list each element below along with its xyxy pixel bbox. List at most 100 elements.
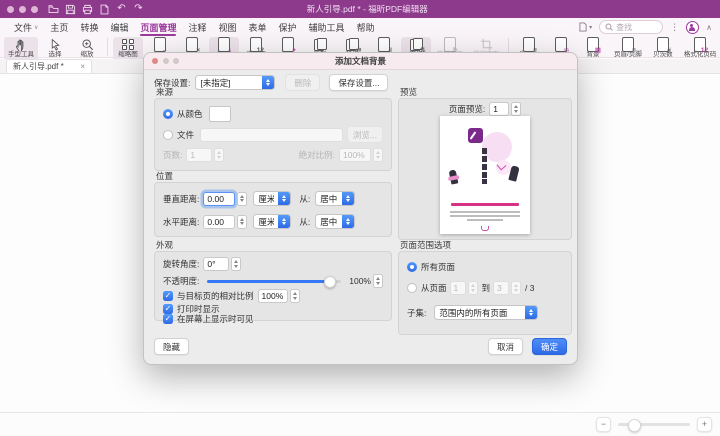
document-tab[interactable]: 新人引导.pdf * × <box>6 59 92 73</box>
background-icon: ▦ <box>587 38 599 51</box>
collapse-ribbon-icon[interactable]: ∧ <box>706 23 712 32</box>
menu-form[interactable]: 表单 <box>243 18 273 36</box>
page-view-icon[interactable]: ▾ <box>578 22 592 32</box>
browse-button: 浏览... <box>347 126 383 143</box>
rotation-stepper[interactable] <box>231 257 241 271</box>
subset-label: 子集: <box>407 307 426 319</box>
vertical-unit-dropdown[interactable]: 厘米 <box>253 191 291 206</box>
redo-icon[interactable]: ↷ <box>133 4 144 15</box>
subset-dropdown[interactable]: 范围内的所有页面 <box>434 305 538 320</box>
menu-page-management[interactable]: 页面管理 <box>134 18 182 36</box>
page-preview-label: 页面预览: <box>449 103 485 115</box>
zoom-in-button[interactable]: + <box>697 417 712 432</box>
opacity-slider-knob[interactable] <box>324 276 336 288</box>
rotation-field[interactable]: 0° <box>203 257 229 271</box>
bates-numbering-icon: # <box>657 38 669 51</box>
hide-button[interactable]: 隐藏 <box>154 338 189 355</box>
preview-group: 页面预览: 1 <box>398 98 572 240</box>
relative-scale-checkbox[interactable]: ✓ <box>163 291 173 301</box>
color-swatch[interactable] <box>209 106 231 122</box>
ribbon-select-button[interactable]: 选择 <box>40 37 70 62</box>
add-background-dialog: 添加文档背景 保存设置: [未指定] 删除 保存设置... 来源 从颜色 文件 <box>143 52 578 365</box>
rotate-pages-icon: ↻ <box>444 38 456 51</box>
ribbon-header-footer-button[interactable]: ≡页眉/页脚 <box>610 37 646 62</box>
vertical-anchor-dropdown[interactable]: 居中 <box>315 191 355 206</box>
relative-scale-field[interactable]: 100% <box>258 289 288 303</box>
relative-scale-stepper[interactable] <box>290 289 300 303</box>
ribbon-hand-tool-button[interactable]: 手型工具 <box>4 37 38 62</box>
menu-comment[interactable]: 注释 <box>182 18 212 36</box>
from-file-radio[interactable] <box>163 130 173 140</box>
menu-protect[interactable]: 保护 <box>273 18 303 36</box>
duplicate-icon <box>314 38 327 51</box>
open-file-icon[interactable] <box>48 4 59 15</box>
dropdown-arrows-icon <box>262 76 274 89</box>
horizontal-distance-stepper[interactable] <box>237 215 247 229</box>
show-on-screen-checkbox[interactable]: ✓ <box>163 314 173 324</box>
ok-button[interactable]: 确定 <box>532 338 567 355</box>
menu-help[interactable]: 帮助 <box>351 18 381 36</box>
horizontal-unit-dropdown[interactable]: 厘米 <box>253 214 291 229</box>
body-text-line <box>467 219 503 221</box>
ribbon-format-page-number-button[interactable]: 12格式化页码 <box>680 37 720 62</box>
opacity-slider[interactable] <box>207 280 341 283</box>
file-path-input <box>200 128 343 142</box>
menu-home[interactable]: 主页 <box>44 18 74 36</box>
replace-icon: ⇄ <box>346 38 359 51</box>
all-pages-radio[interactable] <box>407 262 417 272</box>
zoom-slider-knob[interactable] <box>628 419 641 432</box>
document-tab-label: 新人引导.pdf * <box>13 61 76 72</box>
from-color-radio[interactable] <box>163 109 173 119</box>
vertical-distance-field[interactable]: 0.00 <box>203 192 235 206</box>
user-avatar[interactable] <box>686 21 699 34</box>
menu-accessibility-tools[interactable]: 辅助工具 <box>303 18 351 36</box>
page-range-group: 所有页面 从页面 1 到 3 / 3 子集: 范围内的所有页面 <box>398 251 572 335</box>
zoom-window-icon[interactable] <box>31 6 38 13</box>
menu-edit[interactable]: 编辑 <box>104 18 134 36</box>
ribbon-bates-numbering-button[interactable]: #贝茨数 <box>648 37 678 62</box>
move-icon: + <box>282 38 294 51</box>
save-icon[interactable] <box>65 4 76 15</box>
page-range-radio[interactable] <box>407 283 417 293</box>
menu-view[interactable]: 视图 <box>213 18 243 36</box>
from-page-stepper <box>468 281 478 295</box>
minimize-window-icon[interactable] <box>19 6 26 13</box>
page-preview-field[interactable]: 1 <box>489 102 509 116</box>
dialog-title: 添加文档背景 <box>144 53 577 70</box>
source-group-title: 来源 <box>156 86 173 98</box>
opacity-stepper[interactable] <box>373 274 383 288</box>
from-page-label: 从页面 <box>421 282 447 294</box>
horizontal-distance-field[interactable]: 0.00 <box>203 215 235 229</box>
vertical-distance-label: 垂直距离: <box>163 193 199 205</box>
undo-icon[interactable]: ↶ <box>116 4 127 15</box>
horizontal-anchor-dropdown[interactable]: 居中 <box>315 214 355 229</box>
page-preview-stepper[interactable] <box>511 102 521 116</box>
menu-convert[interactable]: 转换 <box>74 18 104 36</box>
menu-file[interactable]: 文件∨ <box>8 18 44 36</box>
absolute-scale-field: 100% <box>339 148 371 162</box>
more-options-icon[interactable]: ⋮ <box>670 22 679 33</box>
extract-icon: ↓ <box>218 38 230 51</box>
close-window-icon[interactable] <box>7 6 14 13</box>
ribbon-thumbnails-button[interactable]: 缩略图 <box>113 37 143 62</box>
vertical-distance-stepper[interactable] <box>237 192 247 206</box>
opacity-label: 不透明度: <box>163 275 199 287</box>
cancel-button[interactable]: 取消 <box>488 338 523 355</box>
close-tab-icon[interactable]: × <box>80 62 85 71</box>
zoom-out-button[interactable]: − <box>596 417 611 432</box>
zoom-slider[interactable] <box>618 423 690 426</box>
ribbon-zoom-button[interactable]: 缩放 <box>72 37 102 62</box>
relative-scale-label: 与目标页的相对比例 <box>177 290 254 302</box>
show-when-printing-checkbox[interactable]: ✓ <box>163 304 173 314</box>
select-icon <box>49 38 62 51</box>
document-icon[interactable] <box>99 4 110 15</box>
save-setting-as-button[interactable]: 保存设置... <box>329 74 388 91</box>
headline-text-line <box>451 203 519 206</box>
ribbon-background-button[interactable]: ▦背景 <box>578 37 608 62</box>
vertical-title-text <box>482 148 487 184</box>
search-input[interactable]: 查找 <box>599 20 663 34</box>
dialog-close-icon[interactable] <box>152 58 158 64</box>
print-icon[interactable] <box>82 4 93 15</box>
ribbon-separator <box>107 38 108 56</box>
save-settings-dropdown[interactable]: [未指定] <box>195 75 275 90</box>
